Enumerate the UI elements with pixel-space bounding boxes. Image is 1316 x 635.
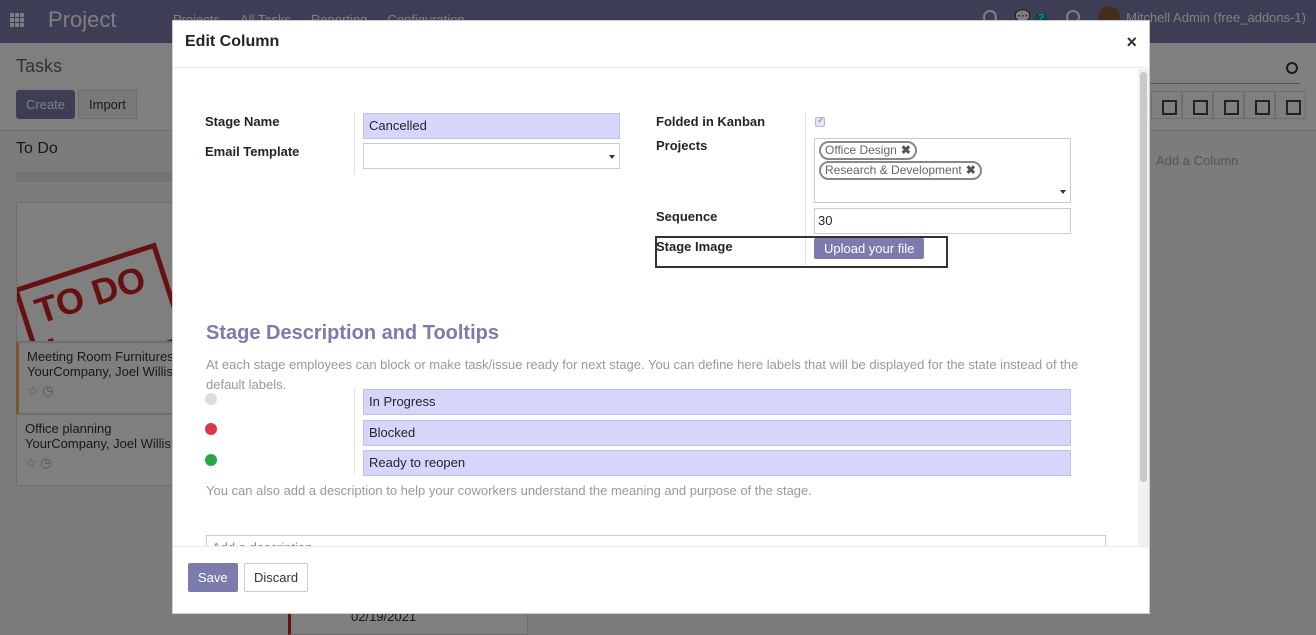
chevron-down-icon[interactable] [609, 155, 615, 159]
remove-tag-icon[interactable]: ✖ [901, 143, 911, 157]
project-tag: Office Design ✖ [819, 141, 917, 160]
remove-tag-icon[interactable]: ✖ [966, 163, 976, 177]
state-done-dot [205, 454, 217, 466]
state-blocked-dot [205, 423, 217, 435]
divider [354, 388, 355, 474]
stage-image-label: Stage Image [656, 239, 733, 254]
tag-label: Research & Development [825, 163, 962, 177]
dialog-header: Edit Column × [173, 21, 1149, 68]
project-tag: Research & Development ✖ [819, 161, 982, 180]
section-title: Stage Description and Tooltips [206, 322, 499, 344]
sequence-label: Sequence [656, 209, 718, 224]
email-template-select[interactable] [363, 143, 620, 169]
sequence-field[interactable]: 30 [814, 208, 1071, 234]
dialog-body: Stage Name Email Template Cancelled Fold… [173, 69, 1149, 546]
edit-column-dialog: Edit Column × Stage Name Email Template … [172, 20, 1150, 614]
dialog-footer: Save Discard [173, 546, 1149, 614]
email-template-label: Email Template [205, 144, 300, 159]
state-normal-dot [205, 393, 217, 405]
save-button[interactable]: Save [188, 563, 238, 592]
scrollbar-thumb[interactable] [1140, 72, 1147, 482]
discard-button[interactable]: Discard [244, 563, 309, 592]
description-textarea[interactable]: Add a description... [206, 535, 1106, 546]
scrollbar-track[interactable] [1138, 69, 1149, 546]
upload-file-button[interactable]: Upload your file [814, 238, 925, 259]
projects-label: Projects [656, 138, 708, 153]
tag-label: Office Design [825, 143, 897, 157]
help-text: You can also add a description to help y… [206, 483, 812, 498]
close-icon[interactable]: × [1126, 32, 1137, 52]
folded-checkbox[interactable] [815, 115, 825, 127]
chevron-down-icon[interactable] [1060, 190, 1066, 194]
legend-done-field[interactable]: Ready to reopen [363, 450, 1071, 476]
projects-many2many-field[interactable]: Office Design ✖ Research & Development ✖ [814, 138, 1071, 203]
folded-label: Folded in Kanban [656, 114, 766, 129]
dialog-title: Edit Column [185, 33, 280, 50]
divider [354, 112, 355, 174]
stage-name-field[interactable]: Cancelled [363, 113, 620, 139]
legend-blocked-field[interactable]: Blocked [363, 420, 1071, 446]
stage-name-label: Stage Name [205, 114, 280, 129]
legend-normal-field[interactable]: In Progress [363, 389, 1071, 415]
